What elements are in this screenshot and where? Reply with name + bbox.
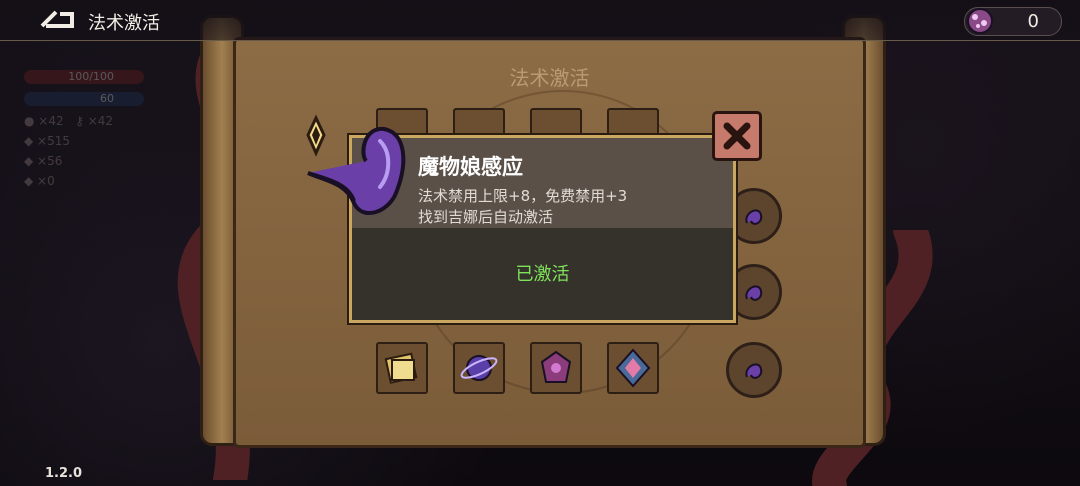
gem-icon (967, 8, 993, 34)
spell-slot-scroll[interactable] (376, 342, 428, 394)
scroll-spell-icon (384, 352, 418, 384)
tentacle-spell-icon (745, 285, 763, 301)
close-button[interactable] (712, 111, 762, 161)
gem-counter: 0 (964, 7, 1062, 36)
planet-spell-icon (460, 355, 498, 381)
tentacle-spell-icon (745, 209, 763, 225)
gem-count: 0 (1027, 11, 1039, 32)
spell-slot-crystal[interactable] (530, 342, 582, 394)
panel-title: 法术激活 (509, 66, 590, 90)
spell-effect: 法术禁用上限+8，免费禁用+3 (418, 187, 628, 205)
close-icon (723, 122, 751, 150)
top-bar: 法术激活 0 (0, 0, 1080, 41)
spell-slot-planet[interactable] (453, 342, 505, 394)
version-label: 1.2.0 (45, 466, 83, 481)
crystal-spell-icon (540, 350, 572, 383)
rune-spell-icon (615, 348, 651, 388)
back-icon[interactable] (40, 8, 78, 32)
tentacle-spell-icon (306, 114, 406, 215)
tentacle-spell-icon (745, 363, 763, 379)
spell-slot-rune[interactable] (607, 342, 659, 394)
spell-condition: 找到吉娜后自动激活 (418, 208, 554, 226)
tentacle-orb-3[interactable] (726, 342, 782, 398)
spell-name: 魔物娘感应 (418, 155, 523, 179)
page-title: 法术激活 (88, 13, 160, 34)
activation-status: 已激活 (515, 264, 570, 285)
